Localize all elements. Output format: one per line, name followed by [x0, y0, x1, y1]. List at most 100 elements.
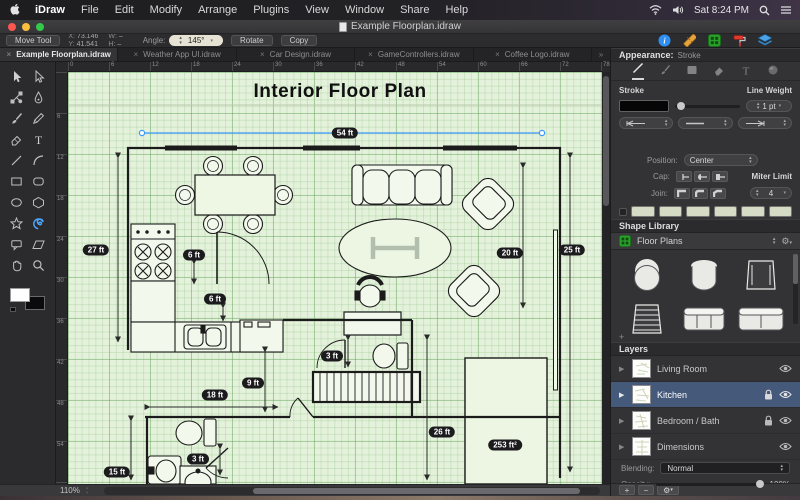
tab-weather-app[interactable]: × Weather App UI.idraw — [118, 48, 237, 61]
shape-loveseat[interactable] — [676, 298, 731, 340]
dimension-label-18ft[interactable]: 18 ft — [201, 389, 229, 401]
paint-roller-icon[interactable] — [733, 34, 746, 47]
lock-icon[interactable] — [764, 415, 773, 426]
horizontal-scrollbar-thumb[interactable] — [253, 487, 581, 494]
vertical-scrollbar-thumb[interactable] — [603, 76, 609, 206]
move-tool-button[interactable]: Move Tool — [6, 35, 61, 46]
arrow-start-select[interactable]: ▴ ▾ — [619, 117, 674, 129]
stroke-tab-icon[interactable] — [632, 62, 645, 80]
visibility-eye-ic[interactable] — [779, 442, 792, 451]
wifi-icon[interactable] — [649, 5, 662, 15]
position-select[interactable]: Center ▴ ▾ — [683, 154, 758, 166]
notification-list-icon[interactable] — [780, 5, 792, 15]
zoom-tool-icon[interactable] — [28, 255, 50, 276]
stroke-preset-swatch[interactable] — [631, 206, 655, 217]
dimension-label-6ft-b[interactable]: 6 ft — [204, 293, 226, 305]
zoom-level[interactable]: 110% — [60, 486, 80, 495]
callout-tool-icon[interactable] — [6, 234, 28, 255]
stroke-preset-swatch[interactable] — [768, 206, 792, 217]
disclosure-triangle-icon[interactable]: ▶ — [619, 365, 626, 373]
selection-tool-icon[interactable] — [6, 66, 28, 87]
default-colors-swatch[interactable] — [9, 307, 16, 312]
tab-overflow-button[interactable]: » — [592, 48, 610, 61]
minimize-window-button[interactable] — [22, 22, 30, 31]
join-bevel-button[interactable] — [709, 187, 726, 199]
eraser-tool-icon[interactable] — [6, 129, 28, 150]
library-gear-icon[interactable]: ⚙▾ — [781, 236, 792, 247]
fill-stroke-color-wells[interactable] — [6, 286, 50, 316]
dimension-label-9ft[interactable]: 9 ft — [242, 377, 264, 389]
stroke-color-swatch[interactable] — [619, 100, 669, 112]
tab-car-design[interactable]: × Car Design.idraw — [237, 48, 356, 61]
volume-icon[interactable] — [672, 5, 684, 15]
disclosure-triangle-icon[interactable]: ▶ — [619, 417, 626, 425]
add-shape-button[interactable]: + — [619, 332, 624, 342]
layers-icon[interactable] — [758, 34, 772, 47]
apple-menu-icon[interactable] — [10, 4, 21, 16]
library-scrollbar[interactable] — [793, 254, 798, 324]
lock-icon[interactable] — [764, 389, 773, 400]
menu-arrange[interactable]: Arrange — [190, 4, 245, 16]
fill-color-well[interactable] — [9, 288, 30, 302]
disclosure-triangle-icon[interactable]: ▶ — [619, 443, 626, 451]
grid-icon[interactable] — [708, 34, 721, 47]
arrow-end-select[interactable]: ▴ ▾ — [737, 117, 792, 129]
shape-stairs[interactable] — [619, 298, 674, 340]
dimension-label-6ft-a[interactable]: 6 ft — [183, 249, 205, 261]
library-stepper[interactable]: ▴ ▾ — [773, 236, 776, 246]
add-layer-button[interactable]: + — [619, 485, 635, 495]
parallelogram-tool-icon[interactable] — [28, 234, 50, 255]
remove-layer-button[interactable]: − — [638, 485, 654, 495]
zoom-window-button[interactable] — [36, 22, 44, 31]
area-label-253sqft[interactable]: 253 ft² — [488, 439, 522, 451]
dimension-label-20ft[interactable]: 20 ft — [496, 247, 524, 259]
shape-armchair[interactable] — [733, 254, 788, 296]
miter-limit-field[interactable]: ▴ ▾ 4 ▾ — [750, 187, 792, 199]
stroke-preset-swatch[interactable] — [658, 206, 682, 217]
menu-clock[interactable]: Sat 8:24 PM — [694, 5, 749, 16]
effects-tab-icon[interactable] — [767, 64, 779, 78]
line-tool-icon[interactable] — [6, 150, 28, 171]
join-miter-button[interactable] — [673, 187, 690, 199]
line-weight-field[interactable]: ▴ ▾ 1 pt ▾ — [746, 100, 792, 112]
drawing-canvas[interactable]: Interior Floor Plan 54 ft 27 ft 6 ft 6 f… — [68, 72, 610, 484]
layer-row-dimensions[interactable]: ▶ Dimensions — [611, 434, 800, 460]
visibility-eye-icon[interactable] — [779, 390, 792, 399]
brush-tool-icon[interactable] — [6, 108, 28, 129]
close-tab-icon[interactable]: × — [368, 50, 373, 59]
menu-idraw[interactable]: iDraw — [27, 4, 73, 16]
menu-edit[interactable]: Edit — [107, 4, 142, 16]
visibility-eye-icon[interactable] — [779, 416, 792, 425]
node-editor-tool-icon[interactable] — [6, 87, 28, 108]
menu-plugins[interactable]: Plugins — [245, 4, 297, 16]
pen-tool-icon[interactable] — [28, 87, 50, 108]
stroke-preset-swatch[interactable] — [741, 206, 765, 217]
close-tab-icon[interactable]: × — [133, 50, 138, 59]
layer-row-bedroom-bath[interactable]: ▶ Bedroom / Bath — [611, 408, 800, 434]
close-tab-icon[interactable]: × — [495, 50, 500, 59]
zoom-stepper[interactable]: ▴ ▾ — [86, 486, 89, 495]
cap-butt-button[interactable] — [675, 171, 692, 182]
ruler-icon[interactable] — [683, 34, 696, 47]
layer-row-living-room[interactable]: ▶ Living Room — [611, 356, 800, 382]
stroke-slider[interactable] — [675, 101, 740, 110]
menu-help[interactable]: Help — [437, 4, 476, 16]
preset-checkbox[interactable] — [619, 207, 627, 216]
blending-select[interactable]: Normal ▴ ▾ — [660, 462, 790, 474]
menu-window[interactable]: Window — [337, 4, 392, 16]
cap-round-button[interactable] — [693, 171, 710, 182]
menu-file[interactable]: File — [73, 4, 107, 16]
dimension-label-27ft[interactable]: 27 ft — [82, 244, 110, 256]
rounded-rectangle-tool-icon[interactable] — [28, 171, 50, 192]
close-tab-icon[interactable]: × — [260, 50, 265, 59]
rotate-button[interactable]: Rotate — [230, 35, 273, 46]
info-icon[interactable]: i — [658, 34, 671, 47]
close-window-button[interactable] — [8, 22, 16, 31]
dimension-label-3ft-b[interactable]: 3 ft — [187, 453, 209, 465]
line-style-select[interactable]: ▴ ▾ — [678, 117, 733, 129]
floorplan-title[interactable]: Interior Floor Plan — [253, 81, 426, 103]
text-tool-icon[interactable]: T — [28, 129, 50, 150]
stroke-preset-swatch[interactable] — [686, 206, 710, 217]
star-tool-icon[interactable] — [6, 213, 28, 234]
cap-square-button[interactable] — [711, 171, 728, 182]
